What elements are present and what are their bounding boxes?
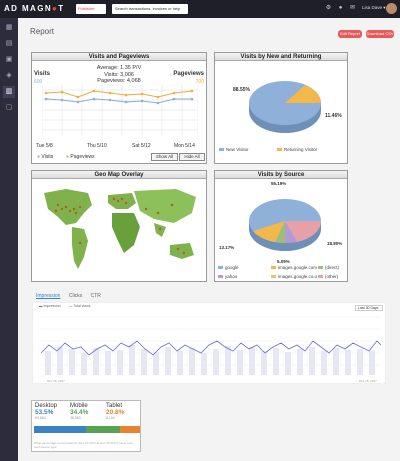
legend-label: (direct) — [325, 265, 340, 270]
mobile-share — [86, 426, 120, 433]
device-count: 8,154 — [106, 416, 115, 420]
messages-icon[interactable]: ✉ — [349, 5, 356, 12]
tablet-share — [119, 426, 140, 433]
impression-trend-chart: ▬ Impression ▬ Total views Last 30 Days … — [32, 302, 386, 384]
pct-top: 55.19% — [271, 181, 287, 186]
show-all-button[interactable]: Show All — [151, 153, 178, 161]
visits-line-chart — [42, 85, 198, 135]
world-map[interactable] — [36, 183, 202, 279]
campaigns-icon[interactable]: ▤ — [3, 38, 15, 50]
visits-axis-label: Visits — [34, 71, 50, 77]
metric-tabs: Impression Clicks CTR — [36, 293, 108, 299]
x-label-1: Tue 5/8 — [36, 143, 53, 149]
user-name[interactable]: Lisa Dave ▾ — [362, 5, 386, 11]
sidebar: ▦ ▤ ▣ ◈ ▥ ▢ — [0, 18, 18, 461]
legend-label: (other) — [325, 274, 339, 279]
device-note: What percentage of impressions (Nov 16 2… — [34, 441, 134, 449]
x-label-3: Sat 5/12 — [132, 143, 151, 149]
device-mobile: Mobile 34.4% 38,963 — [70, 403, 88, 420]
legend-images-google[interactable]: images.google.com — [271, 265, 317, 270]
widget-title: Geo Map Overlay — [32, 171, 206, 179]
device-count: 60,564 — [35, 416, 46, 420]
publisher-select[interactable]: Publisher — [76, 4, 106, 14]
ads-icon[interactable]: ▣ — [3, 54, 15, 66]
logo-text-pre: AD MAGN — [4, 4, 53, 13]
legend-visits[interactable]: ● Visits — [37, 154, 53, 160]
device-count: 38,963 — [70, 416, 81, 420]
legend-pageviews[interactable]: ● Pageviews — [66, 154, 95, 160]
legend-images-google-co[interactable]: images.google.co.u — [271, 274, 317, 279]
legend-new-label: New Visitor — [226, 147, 249, 152]
device-desktop: Desktop 53.5% 60,564 — [35, 403, 57, 420]
pageviews-axis-label: Pageviews — [173, 71, 204, 77]
device-share-bar — [34, 426, 140, 433]
pct-returning: 11.46% — [325, 113, 342, 119]
legend-visits-label: Visits — [41, 154, 54, 160]
device-pct: 53.5% — [35, 409, 54, 416]
reports-icon[interactable]: ▥ — [3, 86, 15, 98]
pct-new: 88.55% — [233, 87, 250, 93]
legend-google[interactable]: google — [218, 265, 239, 270]
notifications-icon[interactable]: ● — [337, 5, 344, 12]
edit-report-button[interactable]: Edit Report — [338, 30, 362, 38]
tab-ctr[interactable]: CTR — [91, 293, 101, 299]
legend-label: images.google.co.u — [278, 274, 318, 279]
download-csv-button[interactable]: Download CSV — [366, 30, 394, 38]
pct-bottom: 5.09% — [277, 259, 290, 264]
tags-icon[interactable]: ◈ — [3, 70, 15, 82]
trend-x-start: Nov 16, 2017 — [47, 379, 65, 383]
visits-pageviews-widget: Visits and Pageviews Average: 1.35 P/V V… — [31, 52, 207, 164]
trend-legend-a: ▬ Impression — [39, 304, 61, 308]
device-breakdown-widget: Desktop 53.5% 60,564 Mobile 34.4% 38,963… — [31, 400, 141, 452]
tab-impression[interactable]: Impression — [36, 293, 60, 299]
widget-title: Visits by Source — [215, 171, 347, 179]
hide-all-button[interactable]: Hide All — [179, 153, 205, 161]
billing-icon[interactable]: ▢ — [3, 102, 15, 114]
legend-new[interactable]: New Visitor — [219, 147, 249, 152]
avatar[interactable] — [386, 3, 397, 14]
geo-map-widget: Geo Map Overlay — [31, 170, 207, 282]
logo[interactable]: AD MAGN●T — [4, 4, 65, 13]
visits-source-widget: Visits by Source 55.19% 18.80% 13.17% 5.… — [214, 170, 348, 282]
pct-left: 13.17% — [219, 245, 235, 250]
dashboard-icon[interactable]: ▦ — [3, 22, 15, 34]
legend-yahoo[interactable]: yahoo — [218, 274, 237, 279]
search-input[interactable]: Search transactions, invoices or help — [112, 4, 188, 14]
new-returning-pie — [249, 81, 321, 133]
tab-clicks[interactable]: Clicks — [69, 293, 82, 299]
trend-line — [41, 316, 381, 375]
legend-label: yahoo — [225, 274, 238, 279]
device-pct: 34.4% — [70, 409, 89, 416]
x-label-4: Mon 5/14 — [174, 143, 195, 149]
legend-label: images.google.com — [278, 265, 318, 270]
new-returning-widget: Visits by New and Returning 88.55% 11.46… — [214, 52, 348, 164]
legend-label: google — [225, 265, 239, 270]
device-pct: 20.8% — [106, 409, 125, 416]
trend-legend-a-label: Impression — [43, 304, 61, 308]
pageviews-total: Pageviews: 4,068 — [97, 78, 141, 84]
page-title: Report — [30, 27, 55, 36]
logo-text-post: T — [58, 4, 65, 13]
pct-right: 18.80% — [327, 241, 343, 246]
widget-title: Visits by New and Returning — [215, 53, 347, 61]
legend-pageviews-label: Pageviews — [70, 154, 95, 160]
top-bar: AD MAGN●T Publisher Search transactions,… — [0, 0, 400, 18]
trend-legend-b: ▬ Total views — [69, 304, 91, 308]
source-pie — [249, 199, 322, 251]
legend-returning[interactable]: Returning Visitor — [277, 147, 317, 152]
trend-legend-b-label: Total views — [73, 304, 91, 308]
settings-icon[interactable]: ⚙ — [325, 5, 332, 12]
legend-returning-label: Returning Visitor — [284, 147, 318, 152]
widget-title: Visits and Pageviews — [32, 53, 206, 61]
trend-x-end: Dec 15, 2017 — [359, 379, 377, 383]
desktop-share — [34, 426, 87, 433]
device-tablet: Tablet 20.8% 8,154 — [106, 403, 124, 420]
range-select[interactable]: Last 30 Days — [355, 305, 383, 311]
legend-other[interactable]: (other) — [318, 274, 338, 279]
legend-direct[interactable]: (direct) — [318, 265, 339, 270]
x-label-2: Thu 5/10 — [87, 143, 107, 149]
